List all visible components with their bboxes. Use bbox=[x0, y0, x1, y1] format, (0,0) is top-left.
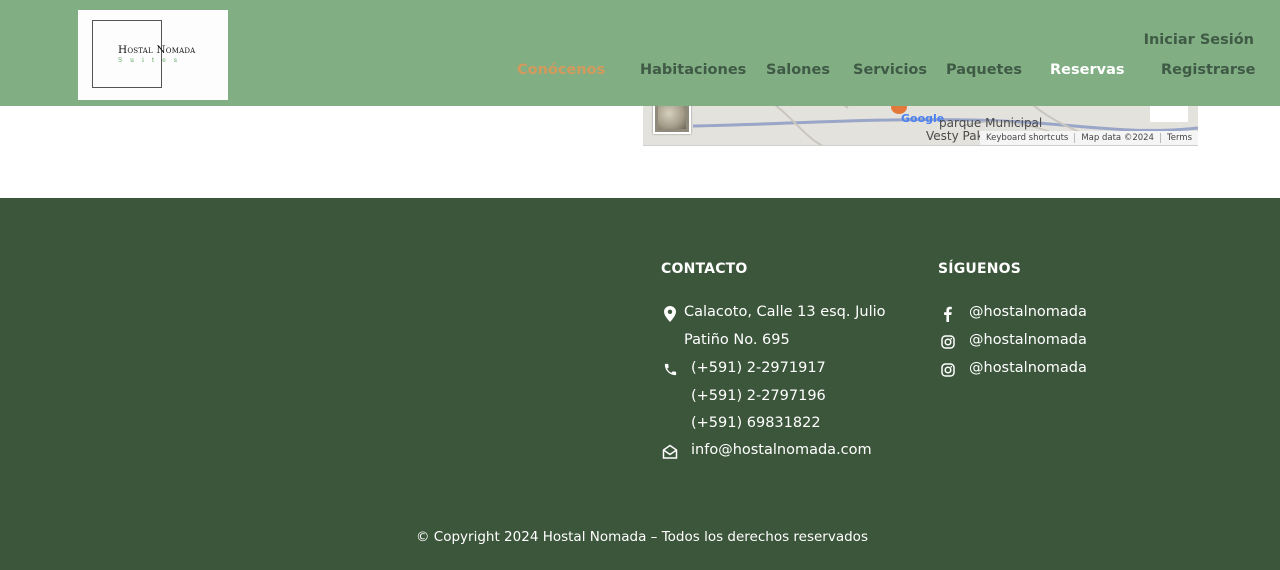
logo-title: Hostal Nomada bbox=[118, 44, 196, 56]
copyright-text: © Copyright 2024 Hostal Nomada – Todos l… bbox=[416, 529, 868, 545]
contact-heading: CONTACTO bbox=[661, 261, 748, 277]
keyboard-shortcuts-link[interactable]: Keyboard shortcuts bbox=[980, 133, 1074, 143]
nav-conocenos[interactable]: Conócenos bbox=[517, 62, 605, 78]
contact-phone[interactable]: (+591) 69831822 bbox=[691, 415, 821, 431]
nav-reservas[interactable]: Reservas bbox=[1050, 62, 1124, 78]
nav-servicios[interactable]: Servicios bbox=[853, 62, 927, 78]
site-footer: CONTACTO Calacoto, Calle 13 esq. Julio P… bbox=[0, 198, 1280, 570]
location-pin-icon bbox=[664, 306, 676, 322]
login-link[interactable]: Iniciar Sesión bbox=[1144, 32, 1254, 48]
terms-link[interactable]: Terms bbox=[1159, 133, 1198, 143]
map-place-label: parque Municipal bbox=[939, 116, 1043, 130]
social-instagram-link[interactable]: @hostalnomada bbox=[969, 332, 1087, 348]
logo-subtitle: Suites bbox=[118, 57, 185, 64]
facebook-icon bbox=[944, 306, 952, 322]
nav-salones[interactable]: Salones bbox=[766, 62, 830, 78]
instagram-icon bbox=[941, 363, 955, 377]
site-logo[interactable]: Hostal Nomada Suites bbox=[78, 10, 228, 100]
contact-email[interactable]: info@hostalnomada.com bbox=[691, 442, 872, 458]
social-facebook-link[interactable]: @hostalnomada bbox=[969, 304, 1087, 320]
map-data-label: Map data ©2024 bbox=[1074, 133, 1160, 143]
site-header: Hostal Nomada Suites Iniciar Sesión Conó… bbox=[0, 0, 1280, 106]
phone-icon bbox=[664, 363, 677, 376]
contact-phone[interactable]: (+591) 2-2971917 bbox=[691, 360, 826, 376]
google-logo: Google bbox=[901, 112, 945, 125]
email-icon bbox=[662, 444, 678, 459]
nav-habitaciones[interactable]: Habitaciones bbox=[640, 62, 746, 78]
nav-registrarse[interactable]: Registrarse bbox=[1161, 62, 1255, 78]
contact-address-line: Patiño No. 695 bbox=[684, 332, 790, 348]
contact-phone[interactable]: (+591) 2-2797196 bbox=[691, 388, 826, 404]
social-heading: SÍGUENOS bbox=[938, 261, 1022, 277]
social-instagram-link[interactable]: @hostalnomada bbox=[969, 360, 1087, 376]
map-place-label: Vesty Pak bbox=[926, 129, 984, 143]
instagram-icon bbox=[941, 335, 955, 349]
nav-paquetes[interactable]: Paquetes bbox=[946, 62, 1022, 78]
map-attribution-bar: Keyboard shortcuts Map data ©2024 Terms bbox=[980, 131, 1198, 145]
contact-address-line: Calacoto, Calle 13 esq. Julio bbox=[684, 304, 886, 320]
